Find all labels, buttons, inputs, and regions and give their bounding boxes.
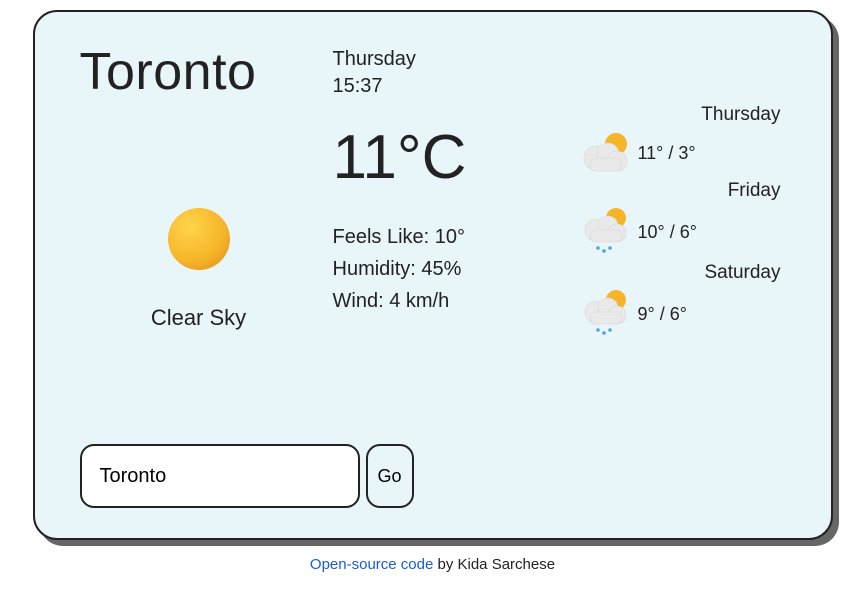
feels-like-row: Feels Like: 10° bbox=[333, 221, 566, 253]
rain-partly-cloudy-icon bbox=[576, 286, 640, 342]
footer-byline: by Kida Sarchese bbox=[433, 556, 555, 573]
datetime: Thursday 15:37 bbox=[328, 42, 566, 102]
forecast-hi-lo: 11° / 3° bbox=[638, 143, 696, 164]
search-go-button[interactable]: Go bbox=[366, 444, 414, 508]
forecast-hi-lo: 9° / 6° bbox=[638, 304, 687, 325]
forecast-day: Thursday bbox=[701, 104, 780, 126]
partly-cloudy-icon bbox=[576, 128, 640, 178]
forecast-item: Saturday bbox=[576, 262, 786, 342]
condition-text: Clear Sky bbox=[151, 305, 246, 331]
forecast-day: Friday bbox=[728, 180, 781, 202]
current-conditions: Clear Sky bbox=[80, 102, 318, 416]
city-search-input[interactable] bbox=[80, 444, 360, 508]
forecast-item: Thursday 11° / 3° bbox=[576, 104, 786, 178]
date-time: 15:37 bbox=[333, 73, 566, 100]
open-source-link[interactable]: Open-source code bbox=[310, 556, 433, 573]
footer: Open-source code by Kida Sarchese bbox=[310, 556, 555, 573]
forecast-list: Thursday 11° / 3° Frid bbox=[576, 42, 786, 416]
sun-icon bbox=[163, 203, 235, 275]
forecast-hi-lo: 10° / 6° bbox=[638, 222, 697, 243]
rain-partly-cloudy-icon bbox=[576, 204, 640, 260]
forecast-item: Friday bbox=[576, 180, 786, 260]
current-temperature: 11°C bbox=[333, 122, 566, 193]
weather-card: Toronto Thursday 15:37 Clear Sky 11°C bbox=[33, 10, 833, 540]
date-day: Thursday bbox=[333, 46, 566, 73]
temperature-column: 11°C Feels Like: 10° Humidity: 45% Wind:… bbox=[328, 102, 566, 416]
weather-details: Feels Like: 10° Humidity: 45% Wind: 4 km… bbox=[333, 221, 566, 317]
forecast-day: Saturday bbox=[704, 262, 780, 284]
city-name: Toronto bbox=[80, 42, 318, 102]
search-row: Go bbox=[80, 444, 786, 508]
wind-row: Wind: 4 km/h bbox=[333, 285, 566, 317]
humidity-row: Humidity: 45% bbox=[333, 253, 566, 285]
